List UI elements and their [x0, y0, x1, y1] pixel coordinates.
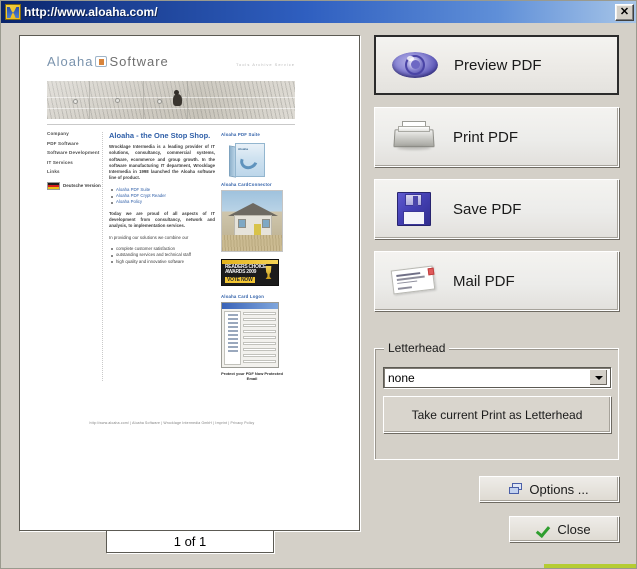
- logo-main-text: Aloaha: [47, 54, 93, 69]
- header-rule: [47, 124, 295, 125]
- mail-pdf-label: Mail PDF: [453, 273, 515, 290]
- award-vote-button[interactable]: VOTE NOW: [225, 277, 255, 283]
- printer-icon: [375, 121, 453, 153]
- nav-item-2[interactable]: Software Development: [47, 151, 97, 156]
- letterhead-selected-value: none: [384, 371, 589, 385]
- envelope-icon: [375, 266, 453, 296]
- document-main-column: Aloaha - the One Stop Shop. Wrocklage In…: [103, 132, 221, 381]
- document-paragraph-3: In providing our solutions we combine ou…: [109, 235, 215, 241]
- floppy-icon: [375, 192, 453, 226]
- mail-pdf-button[interactable]: Mail PDF: [374, 251, 619, 311]
- save-pdf-button[interactable]: Save PDF: [374, 179, 619, 239]
- nav-item-1[interactable]: PDF Software: [47, 142, 97, 147]
- print-pdf-label: Print PDF: [453, 129, 518, 146]
- banner-photo: [47, 81, 295, 119]
- print-pdf-button[interactable]: Print PDF: [374, 107, 619, 167]
- document-headline: Aloaha - the One Stop Shop.: [109, 132, 215, 140]
- print-dialog-window: http://www.aloaha.com/ ✕ Aloaha Software …: [0, 0, 637, 569]
- options-button-label: Options ...: [529, 482, 588, 497]
- app-screenshot-thumbnail: [221, 302, 279, 368]
- boxshot-label: Aloaha: [238, 147, 248, 151]
- close-icon[interactable]: ✕: [615, 4, 634, 21]
- take-print-as-letterhead-button[interactable]: Take current Print as Letterhead: [383, 396, 611, 433]
- dialog-client-area: Aloaha Software Tools Archive Service: [1, 23, 637, 569]
- logo-mark-icon: [95, 56, 107, 67]
- options-button[interactable]: Options ...: [479, 476, 619, 502]
- title-bar: http://www.aloaha.com/ ✕: [1, 1, 637, 23]
- german-flag-icon: [47, 182, 60, 190]
- document-link-2[interactable]: Aloaha Policy: [116, 199, 215, 205]
- document-bullet-list: complete customer satisfaction outstandi…: [109, 246, 215, 265]
- windows-cascade-icon: [509, 483, 523, 495]
- document-preview-pane[interactable]: Aloaha Software Tools Archive Service: [19, 35, 360, 531]
- logo-mini-nav: Tools Archive Service: [236, 62, 295, 67]
- document-sidebar-nav: Company PDF Software Software Developmen…: [47, 132, 103, 381]
- preview-pdf-button[interactable]: Preview PDF: [374, 35, 619, 95]
- letterhead-group: Letterhead none Take current Print as Le…: [374, 348, 619, 460]
- letterhead-select[interactable]: none: [383, 367, 611, 388]
- window-title: http://www.aloaha.com/: [24, 5, 615, 19]
- preview-pdf-label: Preview PDF: [454, 57, 542, 74]
- document-promo-column: Aloaha PDF Suite Aloaha Aloaha CardConne…: [221, 132, 283, 381]
- page-indicator: 1 of 1: [106, 530, 274, 553]
- document-link-list: Aloaha PDF Suite Aloaha PDF Crypt Reader…: [109, 187, 215, 206]
- house-photo: [221, 190, 283, 252]
- page-indicator-label: 1 of 1: [174, 534, 207, 549]
- thumbnail-caption: Protect your PDF Now Protected Email: [221, 371, 283, 381]
- promo-caption-1: Aloaha PDF Suite: [221, 132, 283, 137]
- close-button-label: Close: [557, 522, 590, 537]
- language-switch[interactable]: Deutsche Version: [47, 182, 97, 190]
- check-icon: [537, 523, 551, 536]
- document-logo: Aloaha Software Tools Archive Service: [47, 53, 295, 79]
- nav-item-0[interactable]: Company: [47, 132, 97, 137]
- language-label: Deutsche Version: [63, 183, 101, 188]
- document-paragraph-1: Wrocklage Intermedia is a leading provid…: [109, 144, 215, 181]
- rendered-document-page: Aloaha Software Tools Archive Service: [20, 36, 360, 531]
- eye-icon: [376, 52, 454, 78]
- document-footer: http://www.aloaha.com/ | Aloaha Software…: [52, 421, 292, 425]
- award-banner[interactable]: READERS CHOICE AWARDS 2009 VOTE NOW: [221, 259, 279, 286]
- document-bullet-2: high quality and innovative software: [116, 259, 215, 265]
- letterhead-group-title: Letterhead: [384, 341, 449, 355]
- chevron-down-icon[interactable]: [589, 369, 608, 386]
- save-pdf-label: Save PDF: [453, 201, 521, 218]
- nav-item-4[interactable]: Links: [47, 170, 97, 175]
- watermark-badge: programosy.pl: [544, 564, 636, 569]
- nav-item-3[interactable]: IT Services: [47, 161, 97, 166]
- close-button[interactable]: Close: [509, 516, 619, 542]
- product-boxshot-image: Aloaha: [227, 140, 273, 178]
- take-print-as-letterhead-label: Take current Print as Letterhead: [412, 408, 583, 422]
- promo-caption-2: Aloaha CardConnector: [221, 182, 283, 187]
- logo-sub-text: Software: [109, 54, 168, 69]
- document-paragraph-2: Today we are proud of all aspects of IT …: [109, 211, 215, 230]
- promo-caption-3: Aloaha Card Logon: [221, 294, 283, 299]
- aloaha-icon: [5, 4, 21, 20]
